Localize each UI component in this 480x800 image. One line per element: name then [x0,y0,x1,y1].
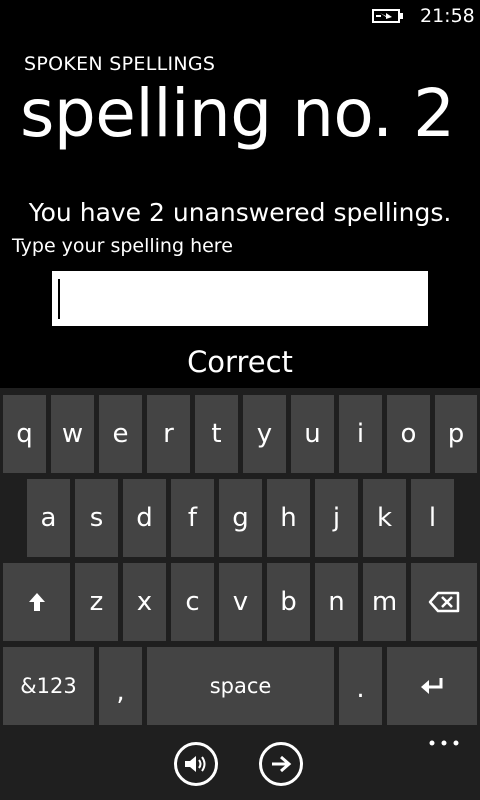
page-title: spelling no. 2 [20,75,455,152]
speak-button[interactable] [174,742,218,786]
key-q[interactable]: q [3,395,46,473]
key-g[interactable]: g [219,479,262,557]
key-k[interactable]: k [363,479,406,557]
key-x[interactable]: x [123,563,166,641]
unanswered-count-text: You have 2 unanswered spellings. [28,198,452,227]
on-screen-keyboard: q w e r t y u i o p a s d f g h j k l z … [0,388,480,730]
comma-key[interactable]: , [99,647,142,725]
shift-arrow-icon [28,593,45,611]
app-title: SPOKEN SPELLINGS [24,53,216,75]
backspace-key[interactable] [411,563,477,641]
result-text: Correct [187,345,293,379]
app-bar [0,730,480,800]
key-c[interactable]: c [171,563,214,641]
spelling-input[interactable] [52,271,428,326]
key-l[interactable]: l [411,479,454,557]
key-n[interactable]: n [315,563,358,641]
key-r[interactable]: r [147,395,190,473]
enter-key[interactable] [387,647,477,725]
key-z[interactable]: z [75,563,118,641]
key-e[interactable]: e [99,395,142,473]
key-h[interactable]: h [267,479,310,557]
spelling-field-label: Type your spelling here [12,235,233,257]
status-bar: 21:58 [0,0,480,32]
key-f[interactable]: f [171,479,214,557]
key-o[interactable]: o [387,395,430,473]
key-u[interactable]: u [291,395,334,473]
key-y[interactable]: y [243,395,286,473]
text-caret [58,279,60,319]
key-d[interactable]: d [123,479,166,557]
more-dots-icon[interactable] [429,739,459,747]
key-s[interactable]: s [75,479,118,557]
key-v[interactable]: v [219,563,262,641]
key-w[interactable]: w [51,395,94,473]
key-a[interactable]: a [27,479,70,557]
next-arrow-icon [272,755,292,773]
key-j[interactable]: j [315,479,358,557]
key-m[interactable]: m [363,563,406,641]
symbols-key[interactable]: &123 [3,647,94,725]
shift-key[interactable] [3,563,70,641]
next-button[interactable] [259,742,303,786]
period-key[interactable]: . [339,647,382,725]
speaker-icon [185,756,206,772]
key-b[interactable]: b [267,563,310,641]
key-p[interactable]: p [435,395,477,473]
key-t[interactable]: t [195,395,238,473]
clock: 21:58 [420,5,475,27]
backspace-icon [428,591,460,613]
key-i[interactable]: i [339,395,382,473]
enter-icon [421,678,443,694]
battery-charging-icon [372,9,403,23]
space-key[interactable]: space [147,647,334,725]
screen: 21:58 SPOKEN SPELLINGS spelling no. 2 Yo… [0,0,480,800]
